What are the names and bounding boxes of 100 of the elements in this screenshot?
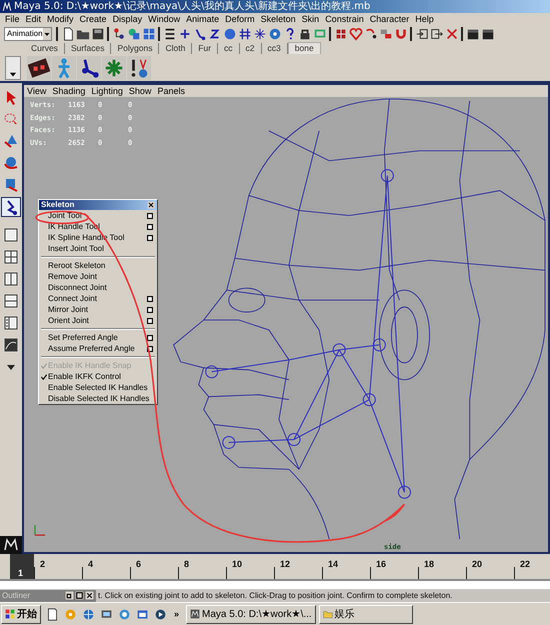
window-icon[interactable] [136,608,149,620]
dot-icon[interactable] [268,26,282,40]
chain-icon[interactable] [378,26,392,40]
menu-item[interactable]: File [2,13,23,25]
start-button[interactable]: 开始 [1,604,41,624]
frame-number: 4 [88,559,94,569]
menu-item[interactable]: Enable Selected IK Handles [39,382,157,393]
clapper-icon[interactable] [466,26,480,40]
hook-icon[interactable] [364,26,378,40]
curve-icon[interactable] [208,26,222,40]
menu-item[interactable]: Create [76,13,110,25]
option-box-icon[interactable] [147,224,153,230]
menu-title: Skeleton [41,200,74,210]
app-logo-icon [2,2,12,12]
menu-item[interactable]: Set Preferred Angle [39,332,157,343]
frame-number: 16 [376,559,386,569]
shelf-tab[interactable]: Polygons [111,43,160,54]
shelf-tab[interactable]: bone [288,42,321,54]
sphere-icon[interactable] [222,26,236,40]
heart-icon[interactable] [348,26,362,40]
folder-icon [322,609,333,619]
shelf-menu-button[interactable] [5,56,21,80]
menu-set-dropdown[interactable]: Animation [4,26,52,40]
star-icon[interactable] [252,26,266,40]
option-box-icon[interactable] [147,334,153,340]
menu-item[interactable]: Edit [22,13,44,25]
shelf-tab[interactable]: Cloth [159,43,192,54]
menu-item[interactable]: Constrain [322,13,367,25]
menu-item[interactable]: Enable IKFK Control [39,371,157,382]
shelf-tab[interactable]: c2 [240,43,262,54]
block-icon[interactable] [28,56,50,78]
cube-icon[interactable] [334,26,348,40]
menu-item[interactable]: Disable Selected IK Handles [39,393,157,404]
magnet-icon[interactable] [394,26,408,40]
menu-item[interactable]: Character [366,13,412,25]
hash-icon[interactable] [238,26,252,40]
document-icon[interactable] [46,608,59,620]
maximize-icon[interactable] [75,591,84,600]
option-box-icon[interactable] [147,346,153,352]
menu-item[interactable]: Deform [222,13,258,25]
stacked-pane-icon [3,293,19,309]
panel-menu-item[interactable]: Show [126,85,154,97]
option-box-icon[interactable] [147,212,153,218]
option-box-icon[interactable] [147,234,153,240]
menu-item[interactable]: Disconnect Joint [39,282,157,293]
menu-item[interactable]: Window [145,13,184,25]
menu-item[interactable]: Modify [44,13,77,25]
frame-number: 6 [136,559,142,569]
shelf-tab[interactable]: cc [218,43,240,54]
import-icon[interactable] [414,26,428,40]
close-icon[interactable] [147,201,155,209]
more-button[interactable]: » [170,609,184,619]
restore-icon[interactable] [65,591,74,600]
menu-item[interactable]: Orient Joint [39,315,157,326]
shelf-tab[interactable]: Surfaces [64,43,112,54]
menu-item[interactable]: Skin [298,13,322,25]
panel-menu-item[interactable]: View [24,85,50,97]
option-box-icon[interactable] [147,318,153,324]
menu-item[interactable]: Joint Tool [39,210,157,221]
taskbar-button[interactable]: Maya 5.0: D:\★work★\... [186,604,316,624]
menu-item[interactable]: Mirror Joint [39,304,157,315]
globe-icon[interactable] [118,608,131,620]
taskbar-button[interactable]: 娱乐 [318,604,413,624]
bars-icon[interactable] [162,26,176,40]
shelf-tab[interactable]: Fur [192,43,218,54]
lasso-icon [3,111,19,127]
option-box-icon[interactable] [147,306,153,312]
panel-menu-item[interactable]: Panels [154,85,188,97]
current-frame: 1 [18,568,24,578]
globe-icon[interactable] [82,608,95,620]
menu-item[interactable]: Assume Preferred Angle [39,343,157,354]
export-icon[interactable] [430,26,444,40]
monitor-icon[interactable] [100,608,113,620]
shelf-tab[interactable]: Curves [25,43,65,54]
shapes-icon[interactable] [126,26,140,40]
frame-number: 18 [424,559,434,569]
close-icon[interactable] [85,591,94,600]
panel-menu-item[interactable]: Lighting [88,85,126,97]
panel-menu-item[interactable]: Shading [49,85,88,97]
single-pane-icon [3,227,19,243]
menu-item[interactable]: Display [110,13,146,25]
menu-item[interactable]: Connect Joint [39,293,157,304]
frame-number: 12 [280,559,290,569]
menu-item[interactable]: Animate [183,13,222,25]
plus-icon[interactable] [178,26,192,40]
menu-item[interactable]: Insert Joint Tool [39,243,157,254]
clapper-icon[interactable] [480,26,494,40]
menu-item[interactable]: Skeleton [258,13,299,25]
lock-icon[interactable] [298,26,312,40]
four-pane-icon [3,249,19,265]
grid-icon[interactable] [142,26,156,40]
axis-icon [34,525,46,536]
play-icon[interactable] [154,608,167,620]
cross-icon[interactable] [444,26,458,40]
hierarchy-icon[interactable] [112,26,126,40]
menu-item[interactable]: Help [412,13,437,25]
menu-item[interactable]: Remove Joint [39,271,157,282]
option-box-icon[interactable] [147,296,153,302]
tool-button[interactable] [1,197,21,217]
menu-item[interactable]: Reroot Skeleton [39,260,157,271]
